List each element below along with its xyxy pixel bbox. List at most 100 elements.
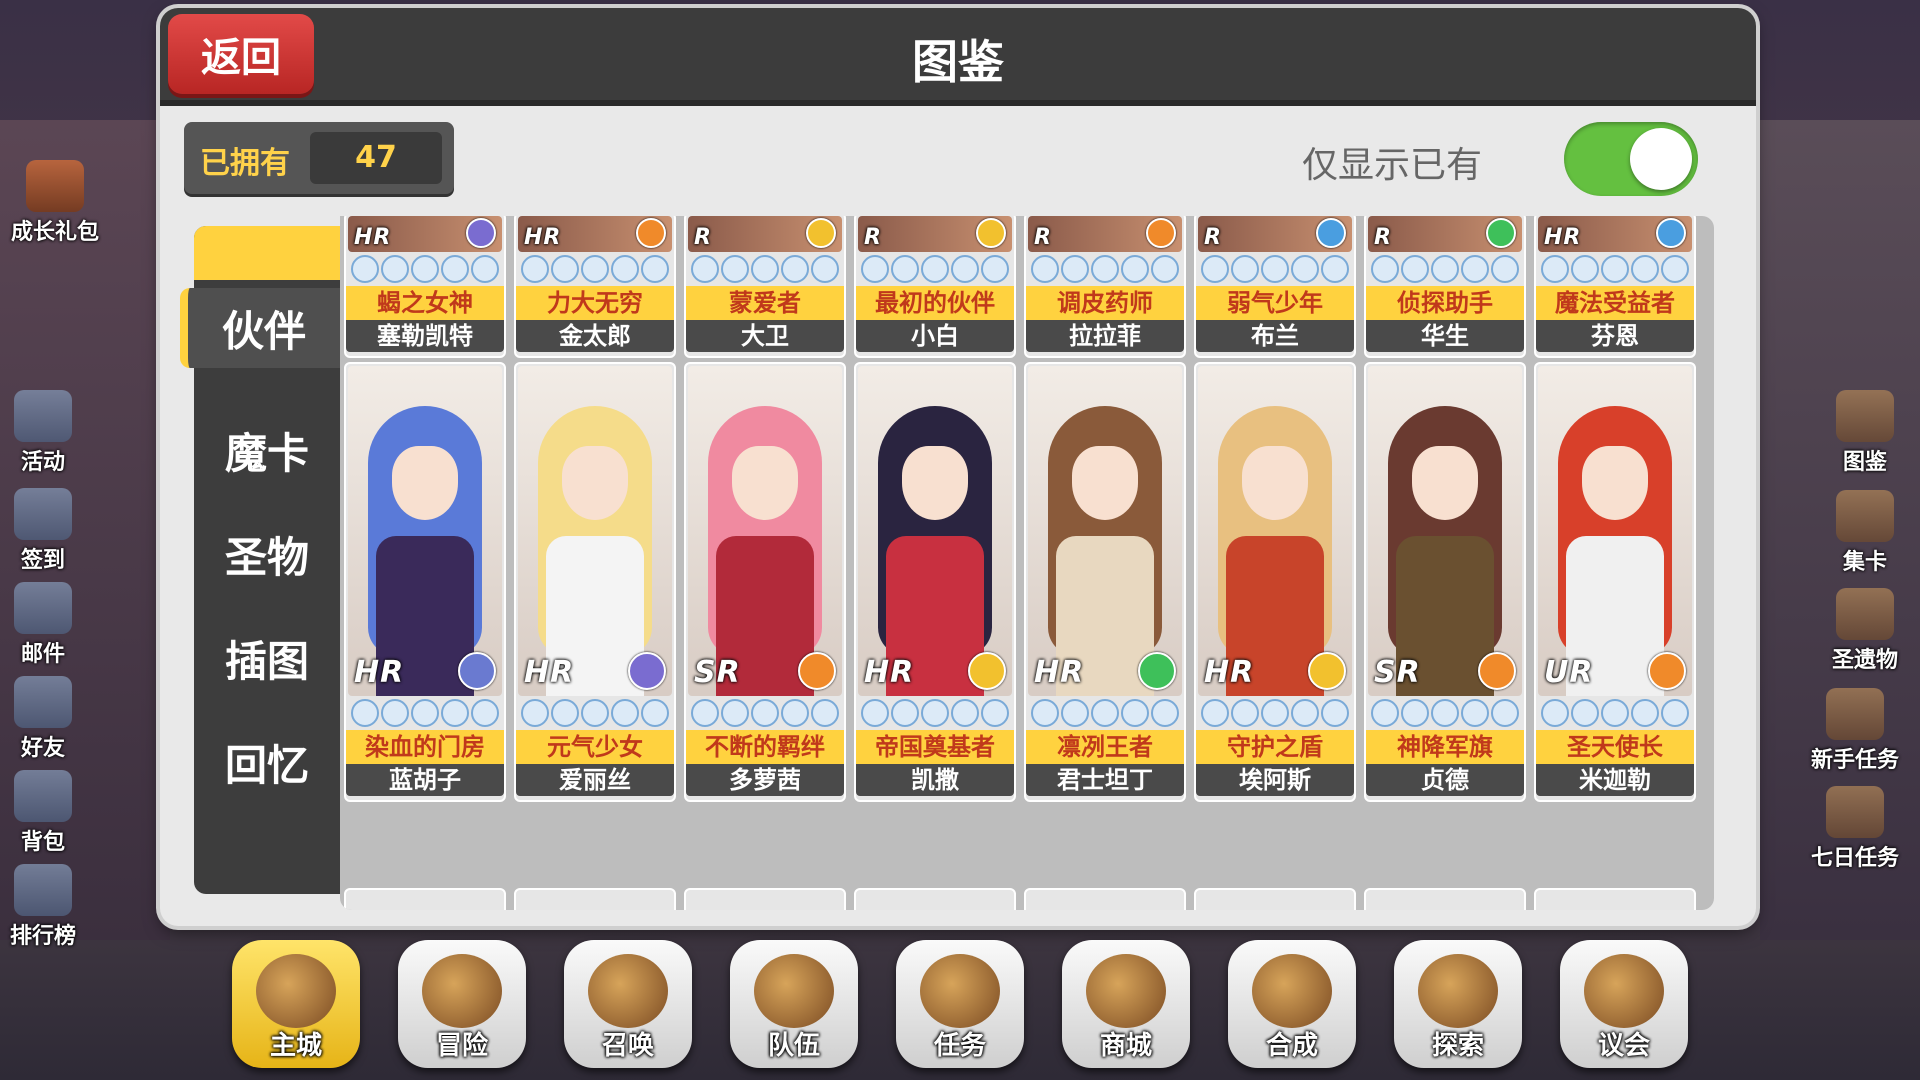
bottom-nav: 主城 冒险 召唤 队伍 任务 商城 合成 探索 议会	[232, 940, 1692, 1070]
relic-button[interactable]: 圣遗物	[1810, 588, 1920, 674]
partner-card-partial[interactable]	[1024, 888, 1186, 910]
relic-label: 圣遗物	[1831, 648, 1898, 673]
partner-card[interactable]: HR 元气少女 爱丽丝	[514, 362, 676, 802]
partner-card-partial[interactable]	[1364, 888, 1526, 910]
card-title: 蝎之女神	[346, 286, 504, 320]
growth-pack-button[interactable]: 成长礼包	[0, 160, 110, 246]
tab-relics[interactable]: 圣物	[194, 514, 340, 594]
heart-icon	[1231, 699, 1259, 727]
nav-council-emblem[interactable]: 议会	[1560, 940, 1688, 1068]
card-portrait: R	[858, 216, 1012, 252]
nav-winged-badge[interactable]: 队伍	[730, 940, 858, 1068]
bag-label: 背包	[20, 830, 65, 855]
card-title: 侦探助手	[1366, 286, 1524, 320]
seven-day-quest-button[interactable]: 七日任务	[1800, 786, 1910, 872]
nav-shop-tree[interactable]: 商城	[1062, 940, 1190, 1068]
affection-hearts	[1366, 254, 1524, 284]
rarity-label: HR	[1544, 225, 1582, 250]
card-portrait: HR	[348, 366, 502, 696]
heart-icon	[521, 699, 549, 727]
friends-label: 好友	[20, 736, 65, 761]
show-owned-toggle[interactable]	[1564, 122, 1698, 196]
nav-pickaxe[interactable]: 探索	[1394, 940, 1522, 1068]
heart-icon	[441, 699, 469, 727]
partner-card[interactable]: SR 不断的羁绊 多萝茜	[684, 362, 846, 802]
partner-card[interactable]: HR 凛冽王者 君士坦丁	[1024, 362, 1186, 802]
codex-button[interactable]: 图鉴	[1810, 390, 1920, 476]
card-name: 米迦勒	[1536, 764, 1694, 796]
partner-card[interactable]: R 蒙爱者 大卫	[684, 216, 846, 358]
partner-card-partial[interactable]	[1534, 888, 1696, 910]
affection-hearts	[346, 698, 504, 728]
nav-sword-shield[interactable]: 冒险	[398, 940, 526, 1068]
summon-card-icon	[588, 954, 668, 1028]
partner-card[interactable]: UR 圣天使长 米迦勒	[1534, 362, 1696, 802]
ranking-button[interactable]: 排行榜	[0, 864, 98, 950]
heart-icon	[891, 699, 919, 727]
partner-card[interactable]: HR 帝国奠基者 凯撒	[854, 362, 1016, 802]
partner-card[interactable]: HR 蝎之女神 塞勒凯特	[344, 216, 506, 358]
heart-icon	[521, 255, 549, 283]
partner-card-partial[interactable]	[514, 888, 676, 910]
heart-icon	[1201, 255, 1229, 283]
partner-card[interactable]: HR 魔法受益者 芬恩	[1534, 216, 1696, 358]
partner-card-partial[interactable]	[854, 888, 1016, 910]
partner-card[interactable]: HR 守护之盾 埃阿斯	[1194, 362, 1356, 802]
quill-icon	[1836, 490, 1894, 542]
bag-button[interactable]: 背包	[0, 770, 98, 856]
partner-card[interactable]: HR 力大无穷 金太郎	[514, 216, 676, 358]
partner-card[interactable]: SR 神降军旗 贞德	[1364, 362, 1526, 802]
mail-button[interactable]: 邮件	[0, 582, 98, 668]
heart-icon	[1321, 255, 1349, 283]
event-label: 活动	[20, 450, 65, 475]
heart-icon	[1431, 699, 1459, 727]
heart-icon	[781, 255, 809, 283]
card-collect-label: 集卡	[1842, 550, 1887, 575]
event-button[interactable]: 活动	[0, 390, 98, 476]
partner-card-partial[interactable]	[1194, 888, 1356, 910]
card-portrait: HR	[1198, 366, 1352, 696]
element-icon	[1138, 652, 1176, 690]
card-name: 拉拉菲	[1026, 320, 1184, 352]
tab-illustrations[interactable]: 插图	[194, 618, 340, 698]
card-name: 芬恩	[1536, 320, 1694, 352]
heart-icon	[581, 699, 609, 727]
nav-summon-card[interactable]: 召唤	[564, 940, 692, 1068]
partner-card[interactable]: R 最初的伙伴 小白	[854, 216, 1016, 358]
nav-crown[interactable]: 主城	[232, 940, 360, 1068]
nav-label: 探索	[1431, 1031, 1484, 1061]
heart-icon	[351, 255, 379, 283]
card-collect-button[interactable]: 集卡	[1810, 490, 1920, 576]
heart-icon	[721, 255, 749, 283]
book-icon	[1836, 390, 1894, 442]
friends-button[interactable]: 好友	[0, 676, 98, 762]
newbie-quest-button[interactable]: 新手任务	[1800, 688, 1910, 774]
tab-memories[interactable]: 回忆	[194, 722, 340, 802]
tab-magic-cards[interactable]: 魔卡	[194, 410, 340, 490]
quest-book-icon	[920, 954, 1000, 1028]
partner-card[interactable]: HR 染血的门房 蓝胡子	[344, 362, 506, 802]
heart-icon	[551, 255, 579, 283]
sign-in-button[interactable]: 签到	[0, 488, 98, 574]
heart-icon	[781, 699, 809, 727]
nav-quest-book[interactable]: 任务	[896, 940, 1024, 1068]
card-name: 金太郎	[516, 320, 674, 352]
element-icon	[1648, 652, 1686, 690]
affection-hearts	[516, 698, 674, 728]
tab-partners[interactable]: 伙伴	[180, 288, 340, 368]
card-title: 力大无穷	[516, 286, 674, 320]
partner-card[interactable]: R 弱气少年 布兰	[1194, 216, 1356, 358]
partner-card[interactable]: R 侦探助手 华生	[1364, 216, 1526, 358]
element-icon	[636, 218, 666, 248]
partner-card-partial[interactable]	[684, 888, 846, 910]
heart-icon	[1541, 255, 1569, 283]
codex-panel: 返回 图鉴 已拥有 47 仅显示已有 伙伴 魔卡 圣物 插图 回忆 HR 蝎之女…	[160, 8, 1756, 926]
nav-potion[interactable]: 合成	[1228, 940, 1356, 1068]
heart-icon	[611, 255, 639, 283]
heart-icon	[891, 255, 919, 283]
partner-card-partial[interactable]	[344, 888, 506, 910]
heart-icon	[1231, 255, 1259, 283]
heart-icon	[1631, 699, 1659, 727]
card-portrait: HR	[518, 366, 672, 696]
partner-card[interactable]: R 调皮药师 拉拉菲	[1024, 216, 1186, 358]
